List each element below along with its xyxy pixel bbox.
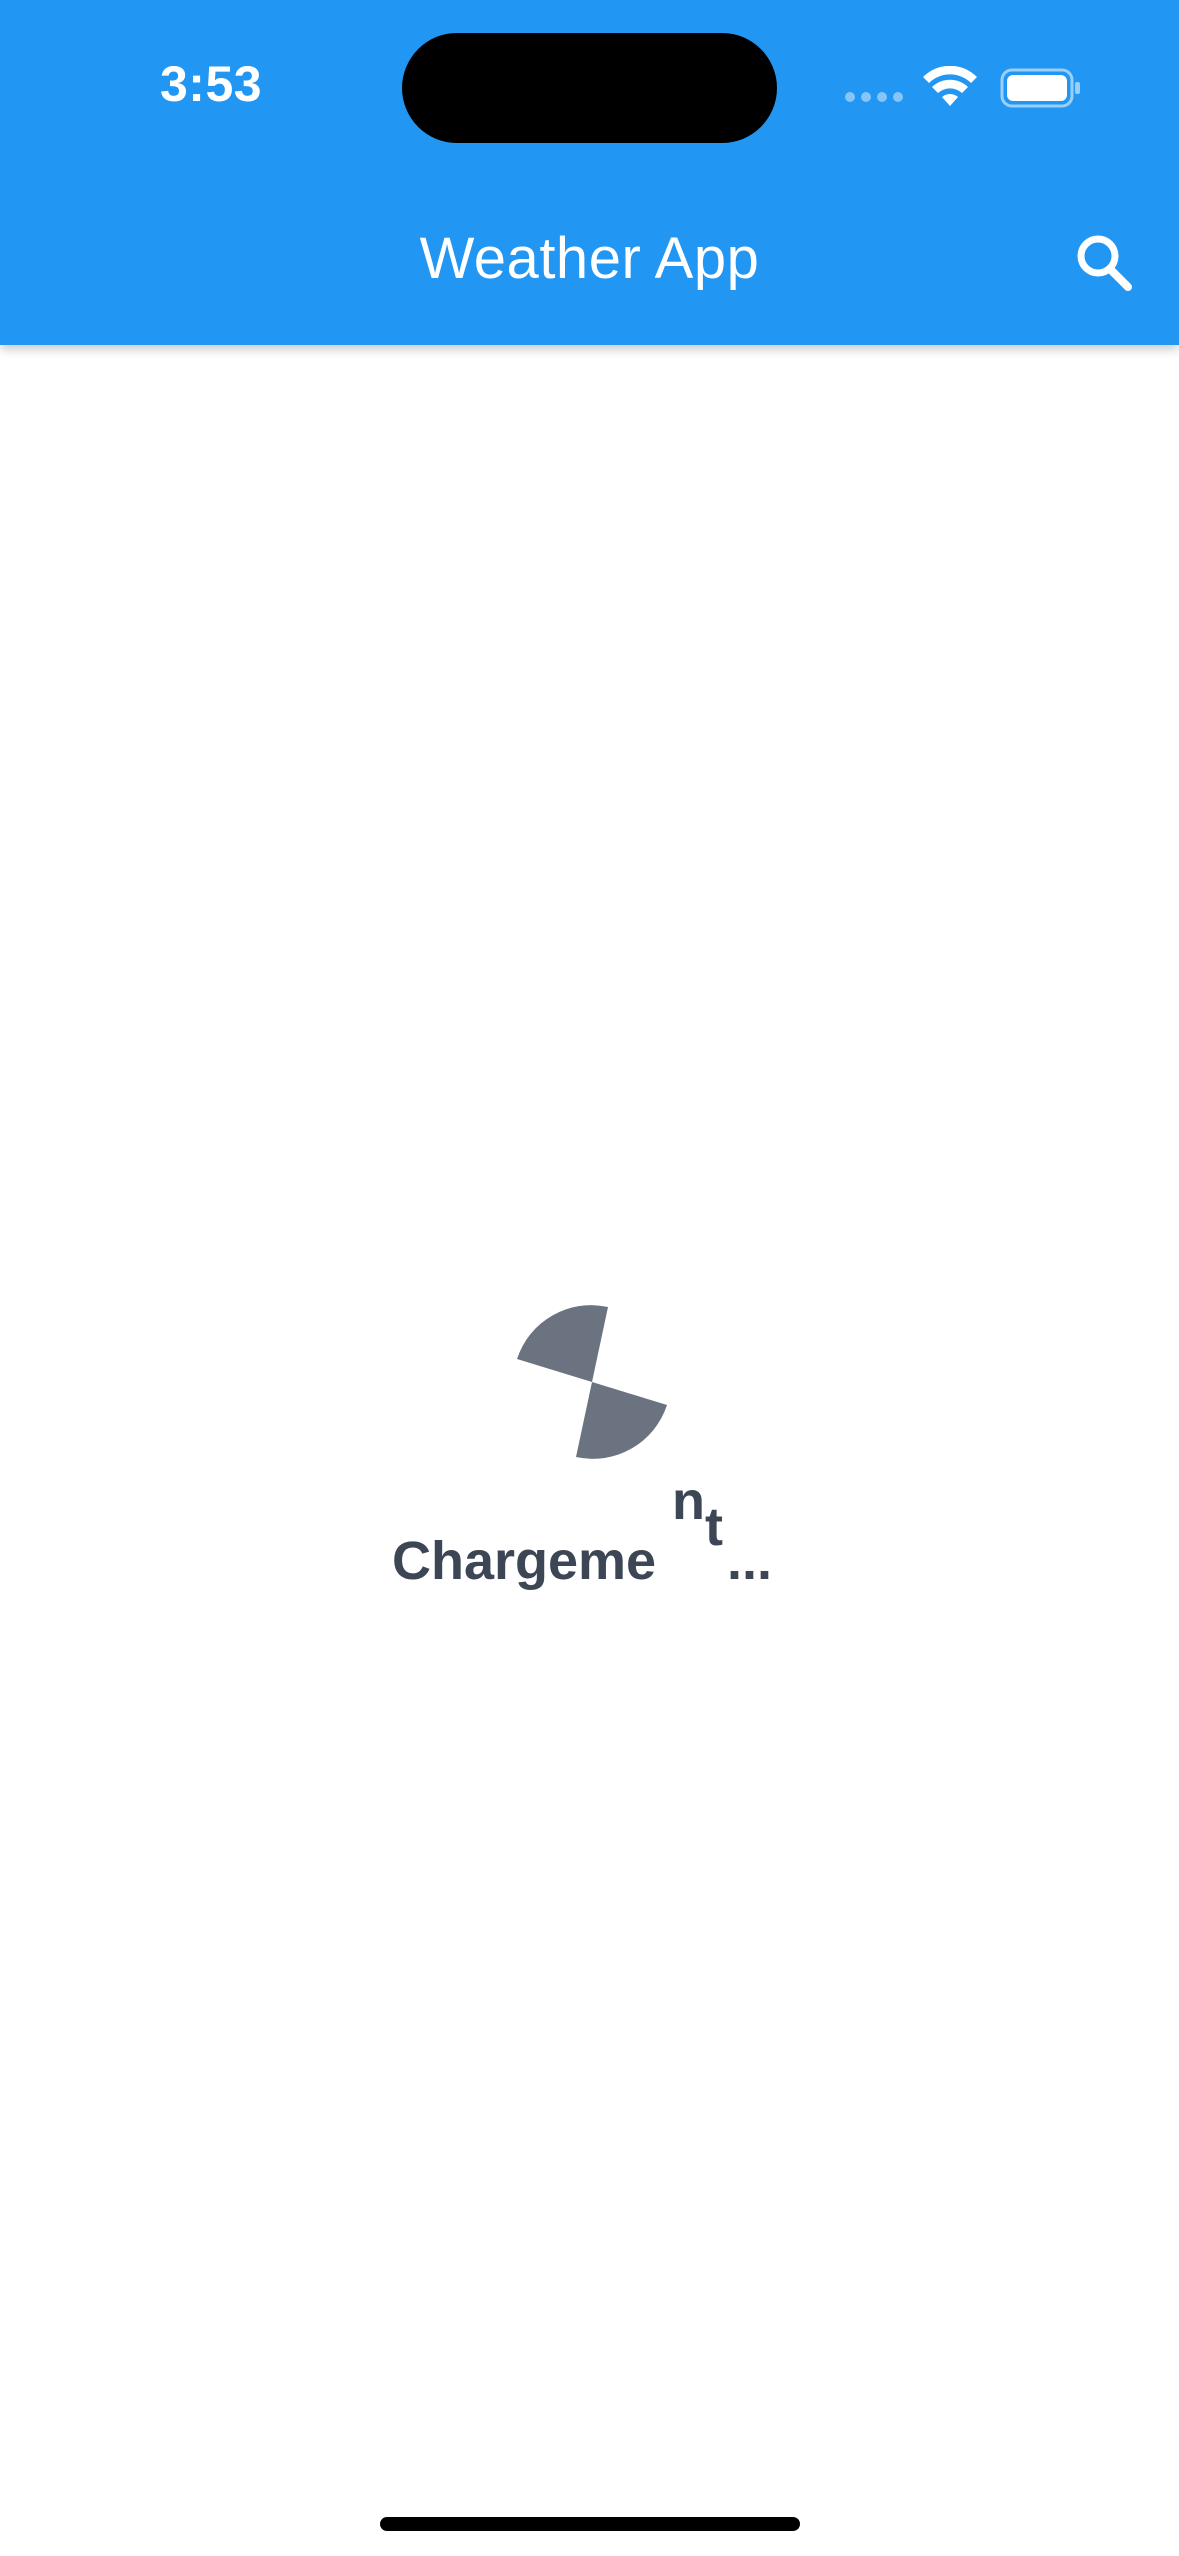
dynamic-island (402, 33, 777, 143)
app-title: Weather App (419, 226, 760, 291)
wifi-icon (923, 66, 977, 106)
search-icon (1077, 235, 1132, 291)
app-header: 3:53 Weather App (0, 0, 1179, 345)
app-screen: 3:53 Weather App n t Chargeme ... (0, 0, 1179, 2556)
loading-ellipsis: ... (727, 1531, 773, 1591)
loading-spinner-icon (517, 1305, 667, 1459)
battery-icon (1000, 68, 1080, 108)
loading-text: Chargeme (392, 1531, 657, 1591)
loading-text-letter-t: t (705, 1497, 723, 1557)
home-indicator[interactable] (380, 2517, 800, 2531)
cellular-signal-icon (845, 92, 905, 106)
loading-text-letter-n: n (672, 1471, 705, 1531)
status-bar-time: 3:53 (160, 56, 263, 112)
search-button[interactable] (1066, 226, 1146, 298)
